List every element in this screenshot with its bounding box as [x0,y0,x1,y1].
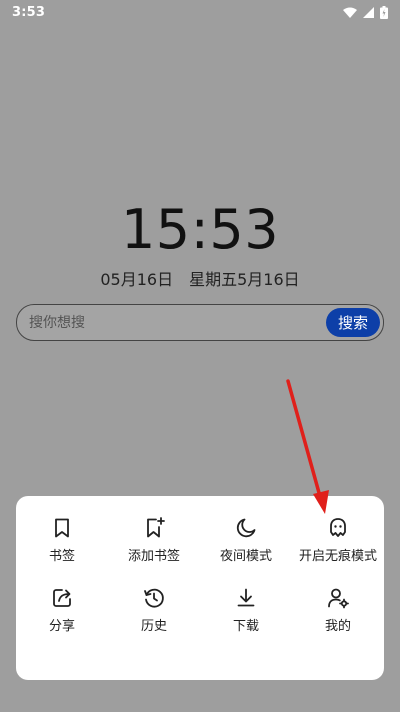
battery-icon [380,5,388,19]
menu-item-bookmarks[interactable]: 书签 [16,516,108,586]
add-bookmark-icon [142,516,166,540]
history-icon [142,586,166,610]
share-icon [50,586,74,610]
menu-item-label: 夜间模式 [219,549,272,564]
menu-item-downloads[interactable]: 下载 [200,586,292,656]
cell-signal-icon [363,6,374,18]
wifi-icon [343,7,357,18]
menu-item-label: 开启无痕模式 [298,549,377,564]
menu-item-profile[interactable]: 我的 [292,586,384,656]
menu-item-label: 下载 [232,619,259,634]
ghost-icon [326,516,350,540]
search-input[interactable] [17,305,326,340]
search-bar: 搜索 [16,304,384,341]
moon-icon [234,516,258,540]
status-time: 3:53 [12,4,46,20]
status-icons [343,5,388,19]
menu-item-share[interactable]: 分享 [16,586,108,656]
menu-panel: 书签 添加书签 夜间模式 开启无痕模式 分享 历史 下载 我的 [16,496,384,680]
menu-item-night-mode[interactable]: 夜间模式 [200,516,292,586]
date-row: 05月16日 星期五5月16日 [0,266,400,290]
menu-item-add-bookmark[interactable]: 添加书签 [108,516,200,586]
menu-item-label: 分享 [48,619,75,634]
menu-item-label: 我的 [324,619,351,634]
menu-item-label: 书签 [48,549,75,564]
solar-date: 05月16日 [100,270,174,289]
weekday-lunar-date: 星期五5月16日 [189,270,300,289]
menu-item-incognito-mode[interactable]: 开启无痕模式 [292,516,384,586]
search-button[interactable]: 搜索 [326,308,380,337]
menu-item-label: 添加书签 [127,549,180,564]
download-icon [234,586,258,610]
menu-item-label: 历史 [140,619,167,634]
user-settings-icon [326,586,350,610]
menu-item-history[interactable]: 历史 [108,586,200,656]
status-bar: 3:53 [0,0,400,24]
bookmark-icon [50,516,74,540]
clock-display: 15:53 [120,198,280,261]
